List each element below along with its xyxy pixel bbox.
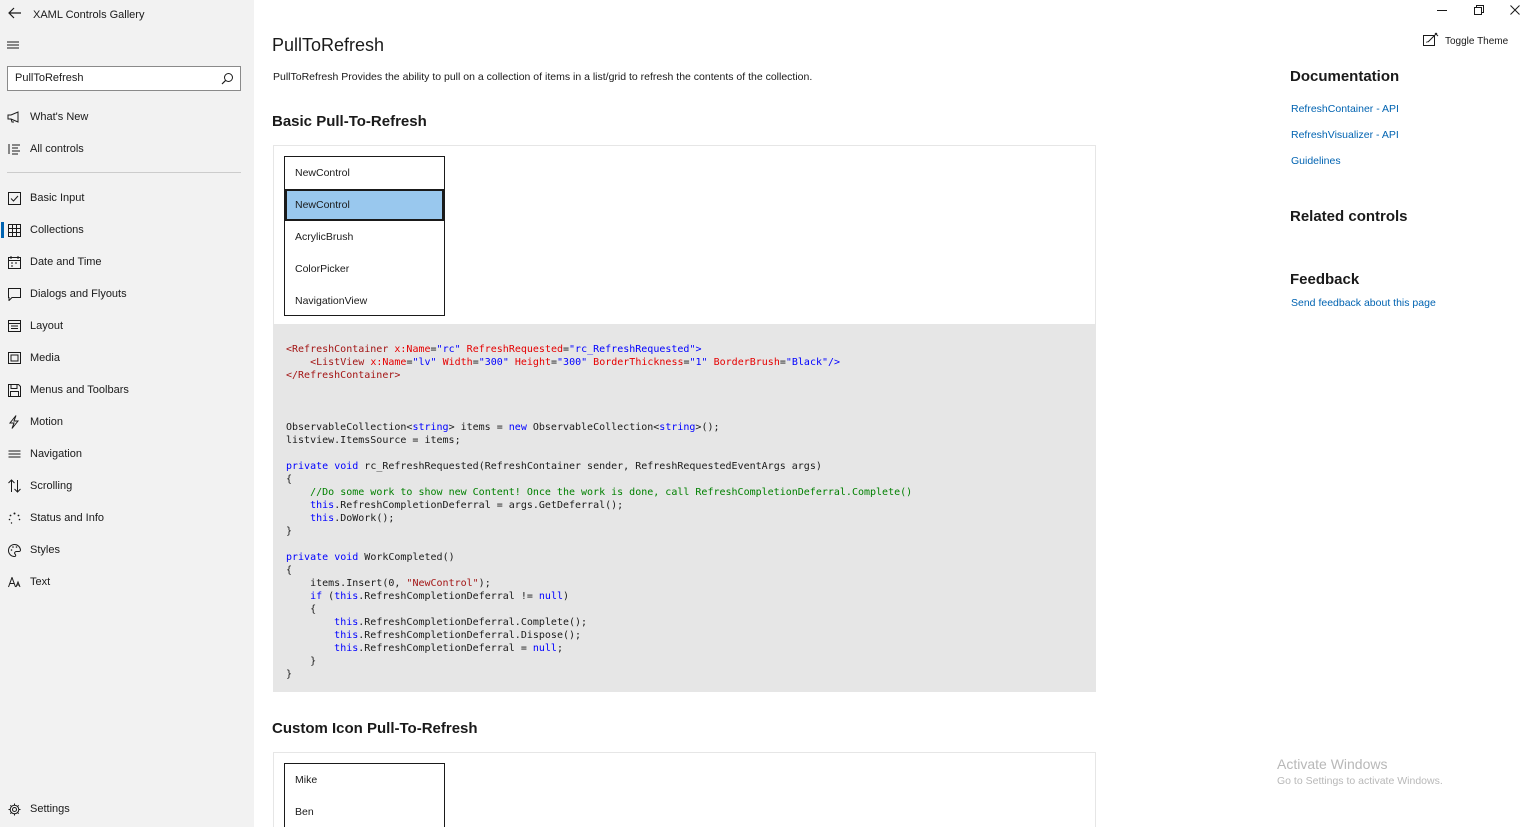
minimize-button[interactable] xyxy=(1435,4,1449,18)
nav-item-text[interactable]: Text xyxy=(0,568,254,596)
nav-item-menus-and-toolbars[interactable]: Menus and Toolbars xyxy=(0,376,254,404)
restore-icon xyxy=(1474,2,1484,20)
progress-ring-icon xyxy=(7,511,21,525)
page-title: PullToRefresh xyxy=(272,35,385,55)
nav-item-navigation[interactable]: Navigation xyxy=(0,440,254,468)
nav-item-dialogs-and-flyouts[interactable]: Dialogs and Flyouts xyxy=(0,280,254,308)
back-arrow-icon xyxy=(8,6,22,24)
nav-item-styles[interactable]: Styles xyxy=(0,536,254,564)
list-item[interactable]: ColorPicker xyxy=(285,253,444,285)
theme-toggle-icon xyxy=(1423,32,1439,51)
nav-item-label: Motion xyxy=(30,416,64,428)
toggle-theme-button[interactable]: Toggle Theme xyxy=(1423,32,1509,51)
nav-item-label: Date and Time xyxy=(30,256,102,268)
nav-item-label: Text xyxy=(30,576,51,588)
nav-item-settings[interactable]: Settings xyxy=(0,795,254,823)
toggle-theme-label: Toggle Theme xyxy=(1445,35,1509,47)
related-controls-heading: Related controls xyxy=(1290,208,1408,225)
nav-item-layout[interactable]: Layout xyxy=(0,312,254,340)
save-icon xyxy=(7,383,21,397)
close-icon xyxy=(1510,2,1520,20)
nav-item-label: Basic Input xyxy=(30,192,85,204)
refresh-listview[interactable]: NewControl NewControl AcrylicBrush Color… xyxy=(284,156,445,316)
chat-icon xyxy=(7,287,21,301)
close-button[interactable] xyxy=(1508,4,1522,18)
nav-item-label: All controls xyxy=(30,143,84,155)
list-item[interactable]: NavigationView xyxy=(285,285,444,317)
nav-item-status-and-info[interactable]: Status and Info xyxy=(0,504,254,532)
basic-example-frame: NewControl NewControl AcrylicBrush Color… xyxy=(273,145,1096,325)
lightning-icon xyxy=(7,415,21,429)
list-item[interactable]: Ben xyxy=(285,796,444,827)
hamburger-icon xyxy=(6,38,20,55)
nav-item-label: Layout xyxy=(30,320,64,332)
section-heading-basic: Basic Pull-To-Refresh xyxy=(272,113,427,130)
nav-divider xyxy=(7,172,241,173)
nav-item-label: What's New xyxy=(30,111,89,123)
documentation-heading: Documentation xyxy=(1290,68,1400,85)
nav-item-label: Menus and Toolbars xyxy=(30,384,129,396)
list-icon xyxy=(7,142,21,156)
nav-item-label: Media xyxy=(30,352,60,364)
search-input[interactable] xyxy=(15,72,215,84)
nav-item-motion[interactable]: Motion xyxy=(0,408,254,436)
list-item[interactable]: AcrylicBrush xyxy=(285,221,444,253)
nav-item-whats-new[interactable]: What's New xyxy=(0,103,254,131)
minimize-icon xyxy=(1437,2,1447,20)
title-bar: XAML Controls Gallery xyxy=(0,0,254,30)
watermark-subtitle: Go to Settings to activate Windows. xyxy=(1277,775,1443,787)
link-guidelines[interactable]: Guidelines xyxy=(1291,155,1341,167)
font-icon xyxy=(7,575,21,589)
sort-arrows-icon xyxy=(7,479,21,493)
list-item-selected[interactable]: NewControl xyxy=(285,189,444,221)
nav-item-label: Scrolling xyxy=(30,480,73,492)
nav-item-label: Settings xyxy=(30,803,70,815)
palette-icon xyxy=(7,543,21,557)
restore-button[interactable] xyxy=(1472,4,1486,18)
nav-item-media[interactable]: Media xyxy=(0,344,254,372)
nav-item-basic-input[interactable]: Basic Input xyxy=(0,184,254,212)
custom-refresh-listview[interactable]: Mike Ben xyxy=(284,763,445,827)
nav-item-label: Navigation xyxy=(30,448,82,460)
nav-item-all-controls[interactable]: All controls xyxy=(0,135,254,163)
checkbox-icon xyxy=(7,191,21,205)
nav-item-scrolling[interactable]: Scrolling xyxy=(0,472,254,500)
hamburger-menu-button[interactable] xyxy=(6,38,24,54)
media-icon xyxy=(7,351,21,365)
nav-item-collections[interactable]: Collections xyxy=(0,216,254,244)
custom-icon-example-frame: Mike Ben xyxy=(273,752,1096,827)
nav-item-date-and-time[interactable]: Date and Time xyxy=(0,248,254,276)
navigation-pane: XAML Controls Gallery What's New All con… xyxy=(0,0,254,827)
app-title: XAML Controls Gallery xyxy=(33,9,145,21)
grid-icon xyxy=(7,223,21,237)
send-feedback-link[interactable]: Send feedback about this page xyxy=(1291,297,1436,309)
back-button[interactable] xyxy=(6,6,24,24)
code-text: <RefreshContainer x:Name="rc" RefreshReq… xyxy=(286,344,913,680)
page-description: PullToRefresh Provides the ability to pu… xyxy=(273,71,813,83)
list-item[interactable]: Mike xyxy=(285,764,444,796)
section-heading-custom-icon: Custom Icon Pull-To-Refresh xyxy=(272,720,478,737)
search-icon[interactable] xyxy=(221,72,234,85)
navigation-icon xyxy=(7,447,21,461)
list-item[interactable]: NewControl xyxy=(285,157,444,189)
layout-icon xyxy=(7,319,21,333)
megaphone-icon xyxy=(7,110,21,124)
feedback-heading: Feedback xyxy=(1290,271,1360,288)
nav-item-label: Status and Info xyxy=(30,512,104,524)
calendar-icon xyxy=(7,255,21,269)
watermark-title: Activate Windows xyxy=(1277,756,1388,772)
nav-item-label: Dialogs and Flyouts xyxy=(30,288,127,300)
nav-item-label: Styles xyxy=(30,544,60,556)
search-box[interactable] xyxy=(7,66,241,91)
code-sample: <RefreshContainer x:Name="rc" RefreshReq… xyxy=(273,325,1096,692)
activate-windows-watermark: Activate Windows Go to Settings to activ… xyxy=(1277,756,1443,787)
link-refreshvisualizer-api[interactable]: RefreshVisualizer - API xyxy=(1291,129,1399,141)
gear-icon xyxy=(7,802,21,816)
nav-item-label: Collections xyxy=(30,224,84,236)
link-refreshcontainer-api[interactable]: RefreshContainer - API xyxy=(1291,103,1399,115)
